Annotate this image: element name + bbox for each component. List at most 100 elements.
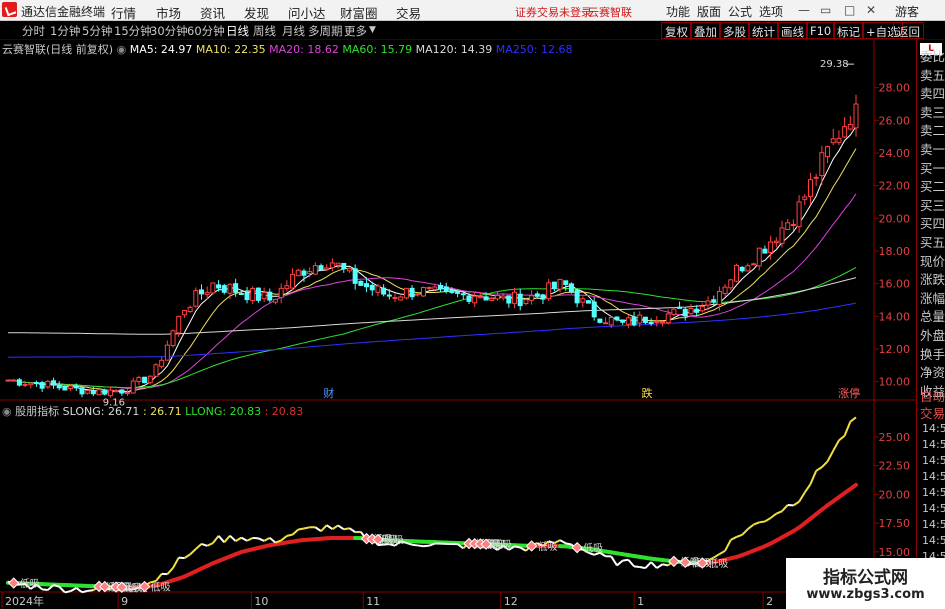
candle-body <box>119 389 125 394</box>
slong-segment <box>343 527 350 531</box>
signal-label: 低吸 <box>492 538 512 551</box>
slong-segment <box>189 548 197 556</box>
quote-panel-label: 涨跌 <box>920 272 945 288</box>
slong-segment <box>331 524 339 530</box>
slong-segment <box>42 588 48 592</box>
candle-body <box>597 318 603 323</box>
candle-body <box>432 286 438 290</box>
candle-body <box>125 392 131 395</box>
slong-segment <box>736 533 743 538</box>
candle-body <box>39 382 45 389</box>
slong-segment <box>314 526 322 532</box>
candle-body <box>210 282 216 294</box>
candle-body <box>295 269 301 277</box>
slong-segment <box>212 535 220 544</box>
slong-segment <box>627 559 635 568</box>
candle-body <box>751 263 757 266</box>
candle-body <box>802 196 808 200</box>
trade-time: 14:56 <box>922 422 945 435</box>
candle-body <box>659 321 665 324</box>
slong-segment <box>70 587 77 592</box>
slong-segment <box>759 520 766 524</box>
signal-diamond-icon <box>7 577 20 589</box>
candle-body <box>272 299 278 303</box>
candle-body <box>785 222 791 231</box>
candle-body <box>807 179 813 197</box>
slong-segment <box>229 534 237 542</box>
price-tick-label: 16.00 <box>879 278 911 291</box>
candle-body <box>341 262 347 270</box>
candle-body <box>233 283 239 293</box>
candle-body <box>762 248 768 254</box>
date-axis: 2024年 9 10 11 12 1 2 <box>1 592 773 609</box>
candle-body <box>534 293 540 297</box>
watermark-url: www.zbgs3.com <box>806 587 925 602</box>
low-price-label: 9.16 <box>103 397 125 408</box>
candle-body <box>768 241 774 253</box>
slong-segment <box>815 466 823 472</box>
candle-body <box>716 290 722 305</box>
candle-body <box>22 383 28 386</box>
candle-body <box>73 385 79 389</box>
candle-body <box>68 385 74 389</box>
candle-body <box>227 283 233 294</box>
slong-segment <box>741 528 749 536</box>
slong-segment <box>838 434 846 442</box>
candle-body <box>204 291 210 295</box>
candle-body <box>489 298 495 302</box>
candle-body <box>642 316 648 323</box>
slong-segment <box>724 539 732 552</box>
quote-panel-label: 买一 <box>920 160 945 176</box>
candle-body <box>301 270 307 276</box>
candle-body <box>261 291 267 300</box>
slong-segment <box>81 589 88 594</box>
candle-body <box>352 268 358 284</box>
quote-panel-label: 换手 <box>920 346 945 362</box>
candle-body <box>176 315 182 334</box>
candle-body <box>825 146 831 158</box>
candle-body <box>426 286 432 289</box>
candle-body <box>221 285 227 293</box>
slong-segment <box>792 500 800 507</box>
candle-body <box>438 284 444 290</box>
signal-label: 低吸 <box>708 557 728 570</box>
candle-body <box>586 300 592 304</box>
candle-body <box>159 359 165 367</box>
candle-body <box>278 287 284 298</box>
candle-body <box>255 287 261 301</box>
candle-body <box>608 316 614 326</box>
candle-body <box>796 201 802 228</box>
signal-label: 低吸 <box>151 581 171 594</box>
event-label: 跌 <box>642 386 653 400</box>
candle-body <box>312 265 318 275</box>
event-label: 涨停 <box>838 386 860 400</box>
candle-body <box>147 375 153 384</box>
slong-segment <box>201 542 208 547</box>
chart-annotations: 29.38 9.16 财 跌 涨停 <box>103 59 860 408</box>
slong-segment <box>639 566 646 570</box>
slong-segment <box>650 561 658 569</box>
candle-body <box>420 287 426 297</box>
indicator-tick-label: 20.00 <box>879 488 911 501</box>
stock-chart[interactable]: 低吸低吸低吸低吸低吸低吸低吸低吸低吸低吸低吸低吸低吸低吸低吸低吸低吸低吸 28.… <box>0 0 916 609</box>
candle-body <box>813 176 819 179</box>
candle-body <box>625 317 631 325</box>
slong-segment <box>798 491 806 503</box>
signal-label: 低吸 <box>20 577 40 590</box>
slong-segment <box>183 553 191 559</box>
trade-time: 14:56 <box>922 454 945 467</box>
quote-panel-label: 总量 <box>920 309 945 325</box>
slong-segment <box>280 535 288 542</box>
quote-panel-label: 买四 <box>920 216 945 232</box>
ma10-line <box>8 148 857 393</box>
candle-body <box>773 240 779 244</box>
quote-panel-label: 净资 <box>920 365 945 381</box>
slong-segment <box>223 535 231 543</box>
quote-panel-label[interactable]: 交易 <box>920 403 945 422</box>
date-label: 10 <box>254 595 268 608</box>
trade-time: 14:56 <box>922 518 945 531</box>
chart-frame <box>0 40 916 609</box>
price-tick-label: 28.00 <box>879 82 911 95</box>
candle-body <box>671 308 677 315</box>
candle-body <box>318 265 324 270</box>
